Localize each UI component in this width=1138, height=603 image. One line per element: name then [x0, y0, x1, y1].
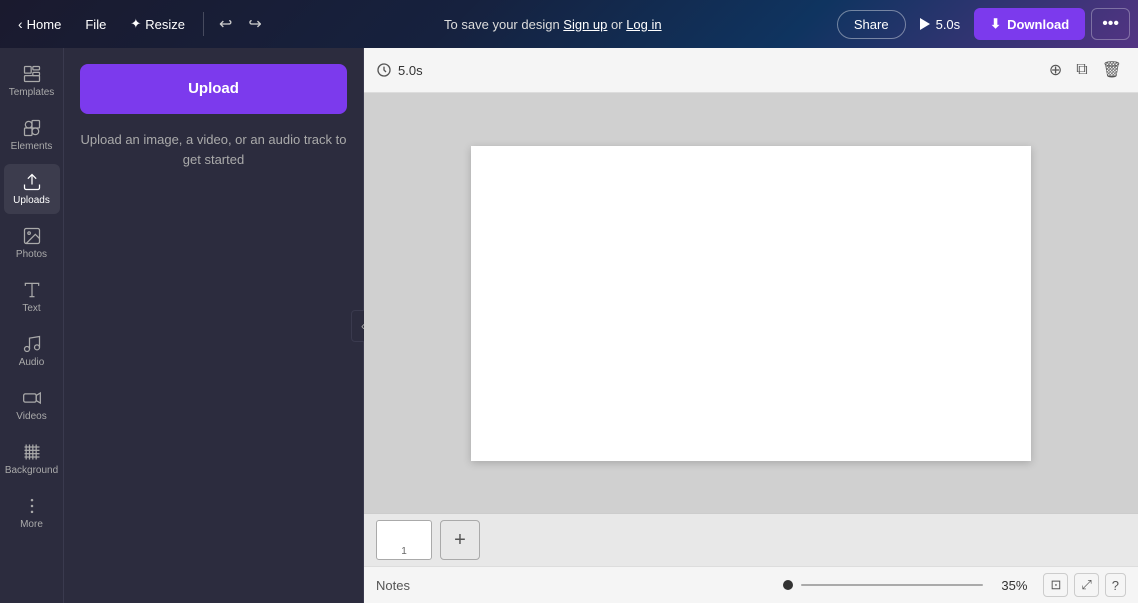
- add-frame-button[interactable]: ⊕: [1045, 56, 1066, 84]
- add-page-button[interactable]: +: [440, 520, 480, 560]
- share-button[interactable]: Share: [837, 10, 906, 39]
- divider: [203, 12, 204, 36]
- fullscreen-button[interactable]: ⤢: [1074, 573, 1098, 597]
- download-icon: ⬇: [990, 16, 1001, 32]
- sidebar-item-elements[interactable]: Elements: [4, 110, 60, 160]
- uploads-icon: [22, 172, 42, 192]
- notes-bar-right: ⊡ ⤢ ?: [1043, 573, 1126, 597]
- sidebar-item-uploads[interactable]: Uploads: [4, 164, 60, 214]
- canvas-toolbar: 5.0s ⊕ ⧉ 🗑: [364, 48, 1138, 93]
- videos-label: Videos: [16, 411, 46, 422]
- canvas-slide: [471, 146, 1031, 461]
- topbar: ‹ Home File ✦ Resize ↩ ↪ To save your de…: [0, 0, 1138, 48]
- upload-hint: Upload an image, a video, or an audio tr…: [80, 130, 347, 169]
- save-prompt: To save your design Sign up or Log in: [273, 17, 833, 32]
- sidebar-item-photos[interactable]: Photos: [4, 218, 60, 268]
- resize-icon: ✦: [130, 16, 141, 32]
- home-label: Home: [27, 17, 62, 32]
- download-label: Download: [1007, 17, 1069, 32]
- timer-display: 5.0s: [376, 62, 423, 78]
- file-button[interactable]: File: [75, 11, 116, 38]
- help-button[interactable]: ?: [1105, 573, 1126, 597]
- uploads-label: Uploads: [13, 195, 50, 206]
- more-options-button[interactable]: •••: [1091, 8, 1130, 40]
- sidebar-item-audio[interactable]: Audio: [4, 326, 60, 376]
- file-label: File: [85, 17, 106, 32]
- canvas-area: 5.0s ⊕ ⧉ 🗑 1 + Notes: [364, 48, 1138, 603]
- notes-label: Notes: [376, 578, 410, 593]
- timer-icon: [376, 62, 392, 78]
- delete-button[interactable]: 🗑: [1098, 56, 1126, 84]
- uploads-panel: Upload Upload an image, a video, or an a…: [64, 48, 364, 603]
- home-button[interactable]: ‹ Home: [8, 10, 71, 38]
- chevron-left-icon: ‹: [18, 16, 23, 32]
- elements-label: Elements: [11, 141, 53, 152]
- main-layout: Templates Elements Uploads Photos Text A…: [0, 48, 1138, 603]
- fit-page-button[interactable]: ⊡: [1043, 573, 1068, 597]
- text-icon: [22, 280, 42, 300]
- duration-label: 5.0s: [936, 17, 961, 32]
- resize-button[interactable]: ✦ Resize: [120, 10, 195, 38]
- notes-bar: Notes 35% ⊡ ⤢ ?: [364, 566, 1138, 603]
- duplicate-button[interactable]: ⧉: [1072, 56, 1091, 84]
- upload-area[interactable]: Upload: [80, 64, 347, 114]
- background-label: Background: [5, 465, 58, 476]
- canvas-scroll-area[interactable]: [364, 93, 1138, 513]
- videos-icon: [22, 388, 42, 408]
- photos-label: Photos: [16, 249, 47, 260]
- log-in-link[interactable]: Log in: [626, 17, 661, 32]
- photos-icon: [22, 226, 42, 246]
- sidebar-item-videos[interactable]: Videos: [4, 380, 60, 430]
- resize-label: Resize: [145, 17, 185, 32]
- page-thumbnail-1[interactable]: 1: [376, 520, 432, 560]
- elements-icon: [22, 118, 42, 138]
- background-icon: [22, 442, 42, 462]
- play-icon: [920, 18, 930, 30]
- play-button[interactable]: 5.0s: [912, 11, 969, 38]
- zoom-percentage: 35%: [991, 578, 1027, 593]
- sidebar-item-text[interactable]: Text: [4, 272, 60, 322]
- zoom-dot: [783, 580, 793, 590]
- timer-value: 5.0s: [398, 63, 423, 78]
- zoom-control[interactable]: [783, 580, 983, 590]
- sidebar-item-templates[interactable]: Templates: [4, 56, 60, 106]
- sidebar-item-more[interactable]: More: [4, 488, 60, 538]
- redo-button[interactable]: ↪: [241, 9, 268, 39]
- download-button[interactable]: ⬇ Download: [974, 8, 1085, 40]
- pages-bar: 1 +: [364, 513, 1138, 566]
- page-number-1: 1: [401, 546, 407, 557]
- templates-icon: [22, 64, 42, 84]
- more-label: More: [20, 519, 43, 530]
- templates-label: Templates: [9, 87, 55, 98]
- sign-up-link[interactable]: Sign up: [563, 17, 607, 32]
- more-icon: [22, 496, 42, 516]
- audio-label: Audio: [19, 357, 45, 368]
- topbar-right: Share 5.0s ⬇ Download •••: [837, 8, 1130, 40]
- canvas-toolbar-right: ⊕ ⧉ 🗑: [1045, 56, 1126, 84]
- sidebar-item-background[interactable]: Background: [4, 434, 60, 484]
- upload-button[interactable]: Upload: [96, 80, 331, 97]
- sidebar: Templates Elements Uploads Photos Text A…: [0, 48, 64, 603]
- audio-icon: [22, 334, 42, 354]
- topbar-left: ‹ Home File ✦ Resize ↩ ↪: [8, 9, 269, 39]
- zoom-line: [801, 584, 983, 586]
- text-label: Text: [22, 303, 40, 314]
- undo-button[interactable]: ↩: [212, 9, 239, 39]
- canvas-inner: [364, 93, 1138, 513]
- undo-redo-group: ↩ ↪: [212, 9, 269, 39]
